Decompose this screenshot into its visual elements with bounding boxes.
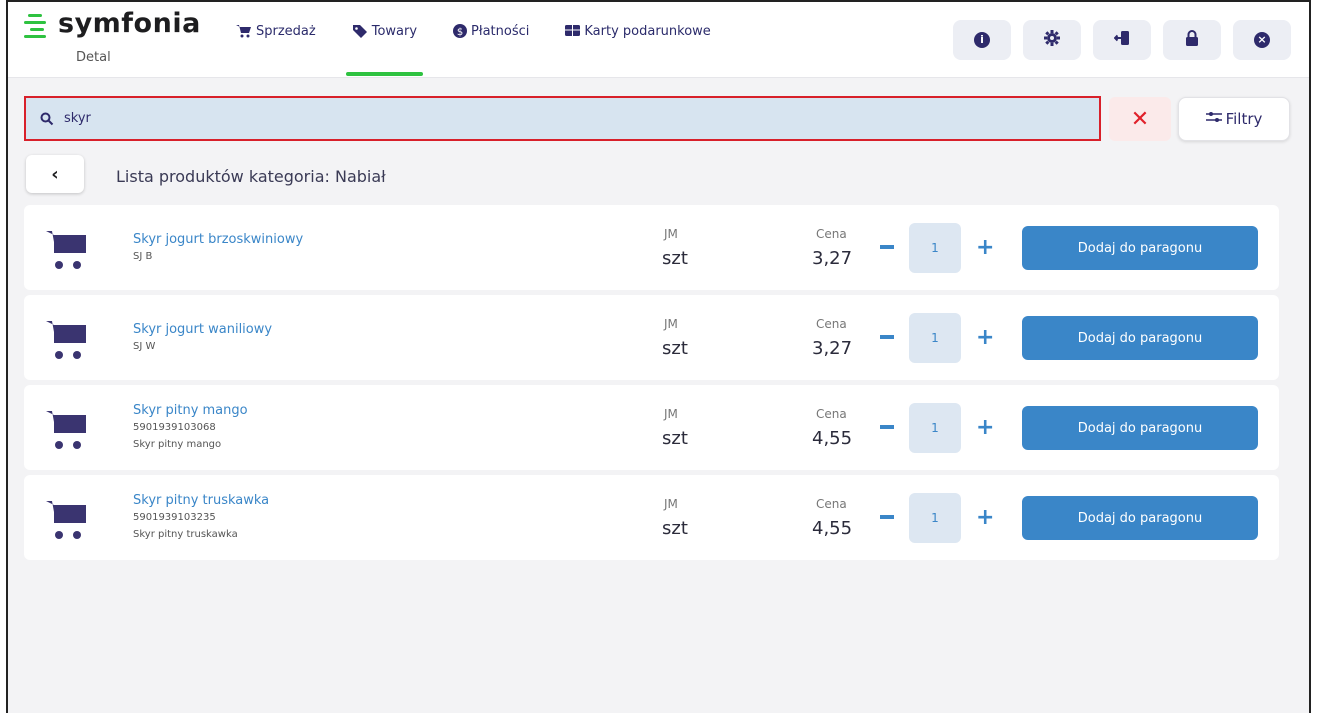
product-code: 5901939103235 bbox=[133, 512, 216, 523]
toolbar: i × bbox=[953, 20, 1291, 60]
product-name[interactable]: Skyr jogurt waniliowy bbox=[133, 322, 272, 337]
increase-quantity-button[interactable]: + bbox=[976, 505, 994, 530]
dollar-icon: $ bbox=[453, 24, 468, 42]
quantity-input[interactable]: 1 bbox=[909, 403, 961, 453]
unit-value: szt bbox=[662, 338, 688, 359]
info-icon: i bbox=[974, 32, 990, 48]
increase-quantity-button[interactable]: + bbox=[976, 325, 994, 350]
decrease-quantity-button[interactable] bbox=[880, 245, 894, 249]
nav-label: Sprzedaż bbox=[256, 24, 316, 39]
add-to-receipt-button[interactable]: Dodaj do paragonu bbox=[1022, 406, 1258, 450]
price-label: Cena bbox=[816, 317, 847, 331]
info-button[interactable]: i bbox=[953, 20, 1011, 60]
increase-quantity-button[interactable]: + bbox=[976, 235, 994, 260]
lock-button[interactable] bbox=[1163, 20, 1221, 60]
nav-item-towary[interactable]: Towary bbox=[345, 24, 424, 78]
price-label: Cena bbox=[816, 497, 847, 511]
filter-label: Filtry bbox=[1225, 110, 1263, 128]
back-button[interactable]: ‹ bbox=[26, 155, 84, 193]
unit-value: szt bbox=[662, 518, 688, 539]
close-circle-icon: × bbox=[1254, 32, 1270, 48]
cart-icon bbox=[44, 223, 88, 271]
nav-item-karty[interactable]: Karty podarunkowe bbox=[565, 24, 711, 78]
logout-button[interactable] bbox=[1093, 20, 1151, 60]
jm-label: JM bbox=[664, 407, 678, 421]
increase-quantity-button[interactable]: + bbox=[976, 415, 994, 440]
brand-sub: Detal bbox=[76, 50, 111, 65]
quantity-input[interactable]: 1 bbox=[909, 493, 961, 543]
brand-name: symfonia bbox=[58, 8, 201, 39]
product-name[interactable]: Skyr pitny truskawka bbox=[133, 493, 269, 508]
search-bar[interactable] bbox=[24, 96, 1101, 141]
gear-icon bbox=[1044, 30, 1060, 50]
logout-icon bbox=[1113, 30, 1130, 50]
quantity-input[interactable]: 1 bbox=[909, 223, 961, 273]
product-row: Skyr pitny mango 5901939103068 Skyr pitn… bbox=[24, 385, 1279, 470]
price-value: 4,55 bbox=[812, 428, 853, 449]
decrease-quantity-button[interactable] bbox=[880, 335, 894, 339]
page-title: Lista produktów kategoria: Nabiał bbox=[116, 167, 386, 186]
clear-search-button[interactable]: ✕ bbox=[1109, 97, 1171, 141]
nav-label: Towary bbox=[371, 24, 418, 39]
cart-icon bbox=[44, 313, 88, 361]
cart-icon bbox=[44, 493, 88, 541]
unit-value: szt bbox=[662, 428, 688, 449]
add-to-receipt-button[interactable]: Dodaj do paragonu bbox=[1022, 226, 1258, 270]
product-name[interactable]: Skyr pitny mango bbox=[133, 403, 248, 418]
product-code: SJ B bbox=[133, 251, 153, 262]
nav-item-sprzedaz[interactable]: Sprzedaż bbox=[236, 24, 316, 78]
price-label: Cena bbox=[816, 227, 847, 241]
gift-card-icon bbox=[565, 24, 581, 41]
jm-label: JM bbox=[664, 317, 678, 331]
close-button[interactable]: × bbox=[1233, 20, 1291, 60]
price-value: 4,55 bbox=[812, 518, 853, 539]
nav-label: Karty podarunkowe bbox=[584, 24, 711, 39]
add-to-receipt-button[interactable]: Dodaj do paragonu bbox=[1022, 496, 1258, 540]
product-row: Skyr jogurt waniliowy SJ W JM szt Cena 3… bbox=[24, 295, 1279, 380]
search-icon bbox=[40, 111, 56, 127]
jm-label: JM bbox=[664, 227, 678, 241]
decrease-quantity-button[interactable] bbox=[880, 425, 894, 429]
price-label: Cena bbox=[816, 407, 847, 421]
app-window: symfonia Detal Sprzedaż Towary $ Płatnoś… bbox=[6, 0, 1311, 713]
close-icon: ✕ bbox=[1130, 106, 1150, 132]
nav-label: Płatności bbox=[471, 24, 530, 39]
product-list: Skyr jogurt brzoskwiniowy SJ B JM szt Ce… bbox=[24, 205, 1279, 565]
filter-sliders-icon bbox=[1205, 111, 1222, 127]
product-code: 5901939103068 bbox=[133, 422, 216, 433]
main-nav: Sprzedaż Towary $ Płatności Karty podaru… bbox=[236, 24, 747, 78]
unit-value: szt bbox=[662, 248, 688, 269]
product-row: Skyr jogurt brzoskwiniowy SJ B JM szt Ce… bbox=[24, 205, 1279, 290]
cart-icon bbox=[236, 24, 252, 42]
svg-text:$: $ bbox=[457, 27, 463, 38]
product-name[interactable]: Skyr jogurt brzoskwiniowy bbox=[133, 232, 303, 247]
symfonia-logo-icon bbox=[24, 14, 50, 38]
price-value: 3,27 bbox=[812, 248, 853, 269]
decrease-quantity-button[interactable] bbox=[880, 515, 894, 519]
settings-button[interactable] bbox=[1023, 20, 1081, 60]
cart-icon bbox=[44, 403, 88, 451]
filter-button[interactable]: Filtry bbox=[1178, 97, 1290, 141]
add-to-receipt-button[interactable]: Dodaj do paragonu bbox=[1022, 316, 1258, 360]
product-description: Skyr pitny truskawka bbox=[133, 529, 238, 540]
product-code: SJ W bbox=[133, 341, 156, 352]
product-description: Skyr pitny mango bbox=[133, 439, 222, 450]
product-row: Skyr pitny truskawka 5901939103235 Skyr … bbox=[24, 475, 1279, 560]
quantity-input[interactable]: 1 bbox=[909, 313, 961, 363]
price-value: 3,27 bbox=[812, 338, 853, 359]
top-bar: symfonia Detal Sprzedaż Towary $ Płatnoś… bbox=[8, 2, 1309, 78]
jm-label: JM bbox=[664, 497, 678, 511]
search-input[interactable] bbox=[64, 111, 964, 126]
nav-item-platnosci[interactable]: $ Płatności bbox=[453, 24, 529, 78]
tag-icon bbox=[352, 24, 368, 42]
lock-icon bbox=[1185, 30, 1199, 50]
chevron-left-icon: ‹ bbox=[51, 163, 59, 185]
